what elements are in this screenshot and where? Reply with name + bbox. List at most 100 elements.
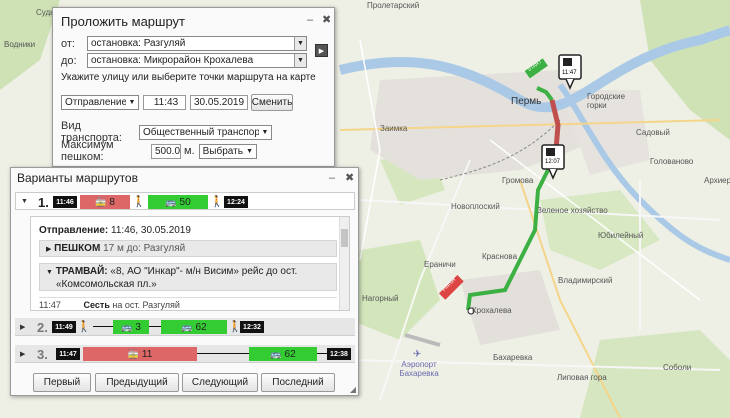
route-panel-title: Проложить маршрут: [61, 14, 185, 29]
departure-label: Отправление:: [39, 225, 109, 236]
walk-distance-input[interactable]: 500.00: [151, 143, 181, 159]
stop-time: 11:47: [39, 300, 61, 310]
stop-text: на ост. Разгуляй: [112, 300, 180, 310]
walk-icon: 🚶: [210, 196, 224, 208]
from-value: остановка: Разгуляй: [91, 38, 186, 49]
change-button[interactable]: Сменить: [251, 94, 293, 111]
bus-segment: 🚌 3: [113, 320, 149, 334]
map-label: Соболи: [663, 363, 692, 372]
minimize-icon[interactable]: –: [329, 172, 335, 184]
expand-icon[interactable]: ▶: [20, 323, 25, 331]
wait-line: [317, 353, 327, 354]
to-value: остановка: Микрорайон Крохалева: [91, 55, 254, 66]
bus-icon: 🚌: [270, 348, 282, 359]
map-label: Архиерейка: [704, 176, 730, 185]
map-label: Городские горки: [587, 92, 626, 110]
route-number: 62: [284, 348, 296, 360]
route-number: 50: [179, 196, 191, 208]
map-label: Бахаревка: [493, 353, 533, 362]
close-icon[interactable]: ✖: [322, 13, 331, 26]
first-button[interactable]: Первый: [33, 373, 91, 392]
tram-segment: 🚋 8: [80, 195, 130, 209]
minimize-icon[interactable]: –: [307, 14, 313, 26]
chevron-down-icon[interactable]: ▼: [294, 54, 306, 67]
map-label: Заимка: [380, 124, 408, 133]
from-label: от:: [61, 37, 75, 50]
stop-action: Сесть: [83, 300, 110, 310]
details-scrollbar[interactable]: [339, 217, 349, 310]
map-label: Новоплоский: [451, 202, 500, 211]
route-hint: Укажите улицу или выберите точки маршрут…: [61, 72, 316, 83]
stop-row: 11:47 Сесть на ост. Разгуляй: [39, 297, 337, 310]
chevron-down-icon[interactable]: ▼: [294, 37, 306, 50]
tram-icon: 🚋: [95, 196, 107, 207]
close-icon[interactable]: ✖: [345, 171, 354, 184]
map-label: Липовая гора: [557, 373, 607, 382]
walk-select[interactable]: Выбрать. ▼: [198, 143, 257, 159]
route-planner-panel: Проложить маршрут – ✖ от: остановка: Раз…: [52, 7, 335, 167]
map-label: Краснова: [482, 252, 518, 261]
tram-section[interactable]: ▼ ТРАМВАЙ: «8, АО "Инкар"- м/н Висим» ре…: [39, 263, 337, 291]
map-label: Голованово: [650, 157, 694, 166]
time-input[interactable]: 11:43: [143, 95, 186, 110]
variant-start-time: 11:46: [53, 196, 77, 208]
map-label: Крохалева: [472, 306, 512, 315]
map-label: Водники: [4, 40, 36, 49]
departure-select[interactable]: Отправление ▼: [61, 95, 139, 110]
tram-icon: 🚋: [127, 348, 139, 359]
scrollbar-thumb[interactable]: [341, 229, 348, 247]
collapse-icon[interactable]: ▼: [21, 198, 28, 205]
bus-icon: 🚌: [121, 321, 133, 332]
map-label: Пролетарский: [367, 1, 420, 10]
departure-value: 11:46, 30.05.2019: [111, 225, 191, 236]
walk-icon: 🚶: [132, 196, 146, 208]
date-input[interactable]: 30.05.2019: [190, 95, 248, 110]
variant-number: 3.: [37, 347, 48, 362]
variant-start-time: 11:47: [56, 348, 80, 360]
airport-label: Аэропорт Бахаревка: [399, 360, 439, 378]
map-label: Владимирский: [558, 276, 613, 285]
route-variant-3[interactable]: ▶ 3. 11:47 🚋 11 🚌 62 12:38: [15, 345, 355, 363]
next-button[interactable]: Следующий: [182, 373, 258, 392]
tram-section-text: «8, АО "Инкар"- м/н Висим» рейс до ост.: [110, 266, 298, 277]
departure-select-value: Отправление: [65, 97, 128, 108]
expand-icon[interactable]: ▶: [46, 246, 51, 253]
to-field[interactable]: остановка: Микрорайон Крохалева ▼: [87, 53, 307, 68]
route-variant-2[interactable]: ▶ 2. 11:49 🚶 🚌 3 🚌 62 🚶 12:32: [15, 318, 355, 336]
variant-end-time: 12:32: [240, 321, 264, 333]
bus-segment: 🚌 62: [249, 347, 317, 361]
from-field[interactable]: остановка: Разгуляй ▼: [87, 36, 307, 51]
variants-panel-title: Варианты маршрутов: [17, 171, 138, 185]
chevron-down-icon[interactable]: ▼: [259, 125, 271, 139]
map-label: Юбилейный: [598, 231, 644, 240]
tram-segment: 🚋 11: [83, 347, 197, 361]
route-number: 11: [141, 348, 153, 360]
previous-button[interactable]: Предыдущий: [95, 373, 179, 392]
to-label: до:: [61, 54, 77, 67]
variant-start-time: 11:49: [52, 321, 76, 333]
route-number: 3: [135, 321, 141, 333]
map-label: Нагорный: [362, 294, 399, 303]
chevron-down-icon[interactable]: ▼: [243, 144, 256, 158]
expand-icon[interactable]: ▶: [20, 350, 25, 358]
tram-section-head: ТРАМВАЙ:: [55, 266, 108, 277]
resize-handle-icon[interactable]: ◢: [350, 385, 356, 394]
bus-segment: 🚌 62: [161, 320, 227, 334]
walk-section[interactable]: ▶ ПЕШКОМ 17 м до: Разгуляй: [39, 240, 337, 257]
bus-segment: 🚌 50: [148, 195, 208, 209]
walk-icon: 🚶: [77, 321, 91, 333]
map-label: Громова: [502, 176, 534, 185]
walk-select-value: Выбрать.: [202, 145, 246, 157]
variant-number: 1.: [38, 195, 49, 210]
swap-direction-icon[interactable]: ▶: [315, 44, 328, 57]
map-label: Садовый: [636, 128, 670, 137]
wait-line: [93, 326, 113, 327]
transport-select[interactable]: Общественный транспорт ▼: [139, 124, 272, 140]
collapse-icon[interactable]: ▼: [46, 269, 53, 276]
variant-details: Отправление: 11:46, 30.05.2019 ▶ ПЕШКОМ …: [30, 216, 350, 311]
route-variant-1[interactable]: ▼ 1. 11:46 🚋 8 🚶 🚌 50 🚶 12:24: [15, 192, 355, 210]
bus-icon: 🚌: [165, 196, 177, 207]
last-button[interactable]: Последний: [261, 373, 335, 392]
chevron-down-icon[interactable]: ▼: [126, 96, 138, 109]
transport-value: Общественный транспорт: [143, 126, 265, 138]
